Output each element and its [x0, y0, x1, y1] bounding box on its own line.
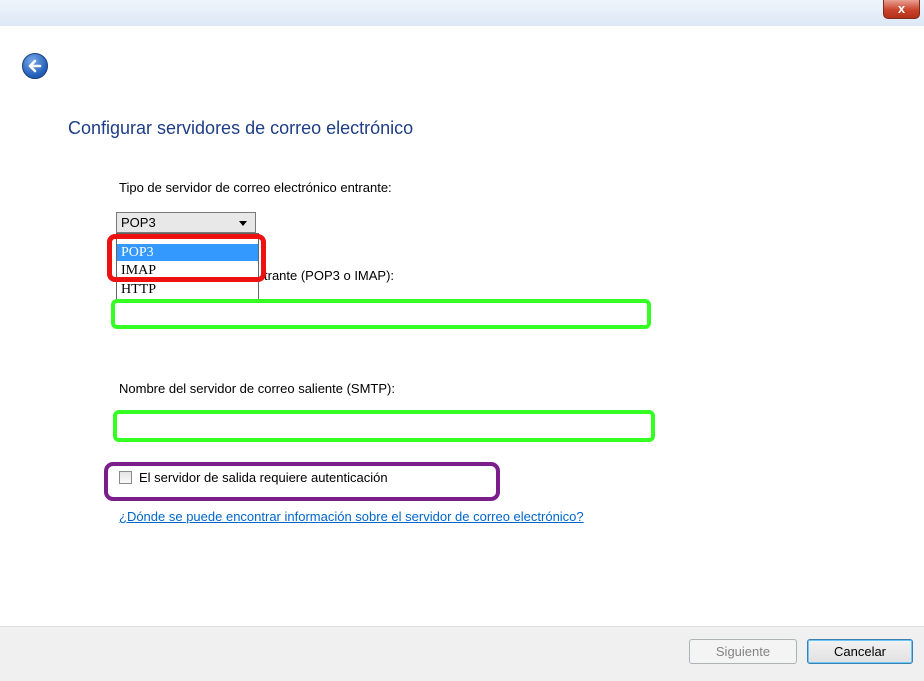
- incoming-type-selected: POP3: [121, 215, 156, 230]
- next-button[interactable]: Siguiente: [689, 639, 797, 664]
- outgoing-server-input[interactable]: [113, 410, 655, 442]
- back-button[interactable]: [22, 53, 48, 79]
- incoming-type-label: Tipo de servidor de correo electrónico e…: [119, 180, 392, 195]
- footer-bar: Siguiente Cancelar: [0, 626, 924, 681]
- chevron-down-icon: [239, 221, 247, 226]
- incoming-server-label: trante (POP3 o IMAP):: [264, 268, 395, 283]
- incoming-type-select[interactable]: POP3: [116, 212, 256, 233]
- outgoing-server-label: Nombre del servidor de correo saliente (…: [119, 381, 395, 396]
- back-arrow-icon: [28, 59, 42, 73]
- auth-checkbox-label[interactable]: El servidor de salida requiere autentica…: [139, 470, 388, 485]
- auth-checkbox[interactable]: [119, 471, 132, 484]
- help-link[interactable]: ¿Dónde se puede encontrar información so…: [119, 509, 584, 524]
- page-title: Configurar servidores de correo electrón…: [68, 118, 414, 138]
- title-bar: x: [0, 0, 924, 26]
- highlight-pop3-option: [107, 234, 266, 282]
- close-button[interactable]: x: [883, 0, 920, 19]
- incoming-server-input[interactable]: [111, 299, 651, 329]
- cancel-button[interactable]: Cancelar: [807, 639, 913, 664]
- dropdown-option-http[interactable]: HTTP: [117, 281, 258, 295]
- close-icon: x: [897, 1, 906, 16]
